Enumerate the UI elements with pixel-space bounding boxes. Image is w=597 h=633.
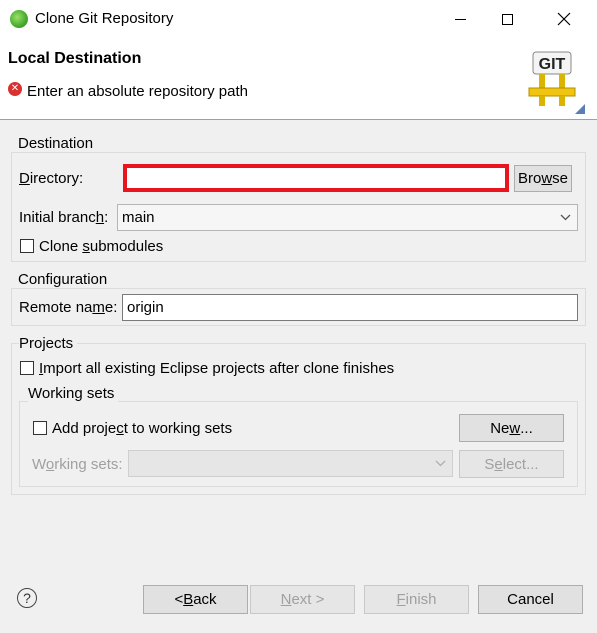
configuration-group-label: Configuration bbox=[18, 271, 112, 288]
chevron-down-icon bbox=[435, 460, 446, 467]
import-projects-checkbox[interactable] bbox=[20, 361, 34, 375]
select-working-sets-button[interactable]: Se lect... bbox=[459, 450, 564, 478]
clone-submodules-checkbox[interactable] bbox=[20, 239, 34, 253]
help-icon[interactable]: ? bbox=[17, 588, 37, 608]
remote-name-label: Remote name: bbox=[19, 299, 118, 316]
close-button[interactable] bbox=[541, 0, 587, 38]
error-message: Enter an absolute repository path bbox=[27, 83, 248, 100]
import-projects-label: Import all existing Eclipse projects aft… bbox=[39, 360, 395, 377]
git-logo-icon: GIT bbox=[521, 50, 585, 116]
browse-button[interactable]: Bro w se bbox=[514, 165, 572, 192]
minimize-button[interactable] bbox=[437, 0, 483, 38]
directory-label: Directory: bbox=[19, 170, 84, 187]
remote-name-input[interactable]: origin bbox=[122, 294, 578, 321]
finish-button[interactable]: Finish bbox=[364, 585, 469, 614]
close-icon bbox=[557, 12, 571, 26]
maximize-icon bbox=[501, 13, 513, 25]
clone-submodules-label: Clone submodules bbox=[39, 238, 164, 255]
initial-branch-label: Initial branch: bbox=[19, 209, 109, 226]
minimize-icon bbox=[454, 18, 466, 20]
back-button[interactable]: < Back bbox=[143, 585, 248, 614]
next-button[interactable]: Next > bbox=[250, 585, 355, 614]
working-sets-label: Working sets: bbox=[32, 456, 123, 473]
error-icon: ✕ bbox=[8, 82, 22, 96]
eclipse-app-icon bbox=[10, 10, 28, 28]
git-logo-text: GIT bbox=[539, 56, 566, 73]
maximize-button[interactable] bbox=[484, 0, 530, 38]
working-sets-group-label: Working sets bbox=[28, 385, 119, 402]
add-to-working-sets-label: Add project to working sets bbox=[52, 420, 233, 437]
working-sets-select[interactable] bbox=[128, 450, 453, 477]
add-to-working-sets-checkbox[interactable] bbox=[33, 421, 47, 435]
cancel-button[interactable]: Cancel bbox=[478, 585, 583, 614]
projects-group-label: Projects bbox=[19, 335, 78, 352]
directory-input[interactable] bbox=[123, 164, 509, 192]
chevron-down-icon bbox=[560, 214, 571, 221]
initial-branch-select[interactable]: main bbox=[117, 204, 578, 231]
initial-branch-value: main bbox=[122, 209, 155, 226]
wizard-header: Local Destination ✕ Enter an absolute re… bbox=[0, 38, 597, 120]
window-title: Clone Git Repository bbox=[35, 10, 174, 27]
page-title: Local Destination bbox=[8, 50, 142, 67]
title-bar: Clone Git Repository bbox=[0, 0, 597, 38]
destination-group-label: Destination bbox=[18, 135, 98, 152]
new-working-set-button[interactable]: Ne w... bbox=[459, 414, 564, 442]
